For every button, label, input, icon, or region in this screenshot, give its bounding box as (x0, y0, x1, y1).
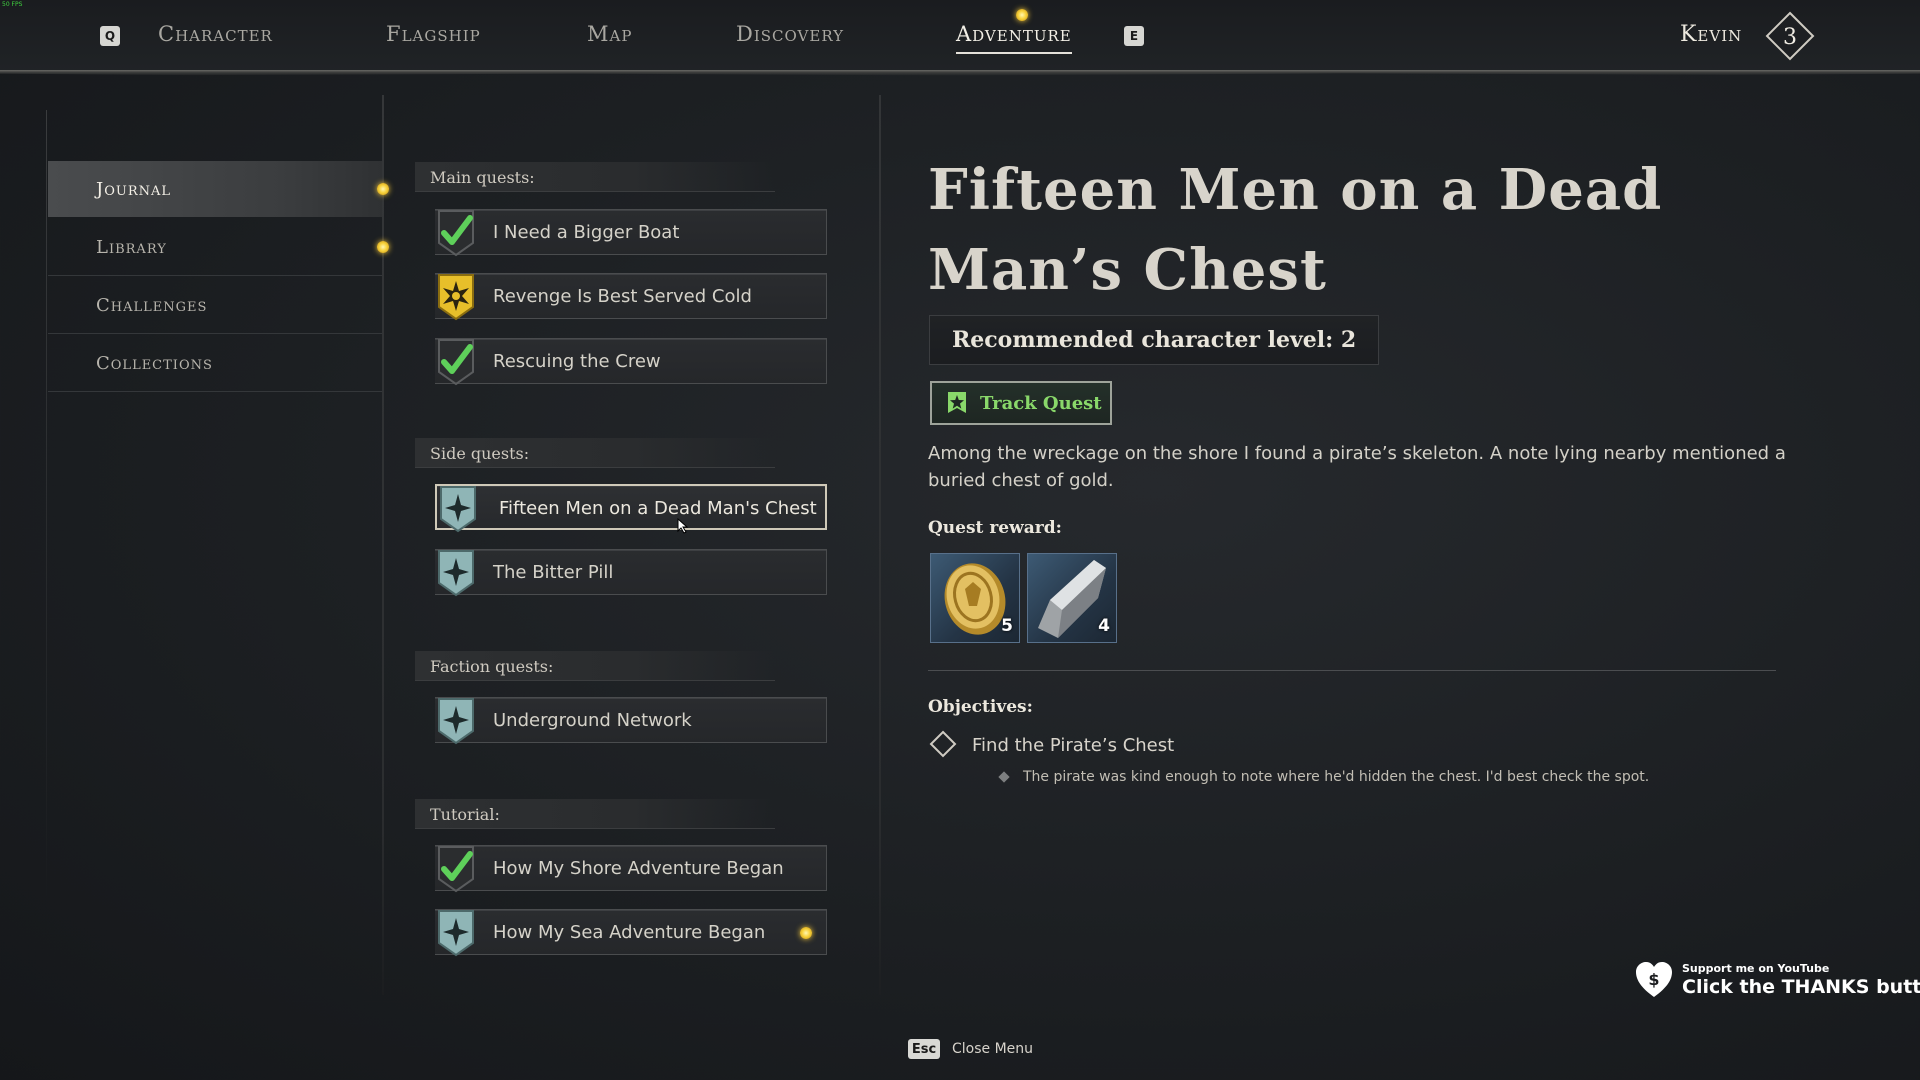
quest-active-icon (438, 910, 474, 957)
prev-tab-key-hint: Q (100, 26, 120, 46)
quest-tracked-icon (438, 274, 474, 321)
support-overlay: $ Support me on YouTube Click the THANKS… (1630, 958, 1920, 1004)
objective-note: The pirate was kind enough to note where… (1023, 769, 1650, 785)
quest-label: Fifteen Men on a Dead Man's Chest (499, 498, 817, 519)
sidebar-item-label: Library (96, 237, 167, 258)
player-level-value: 3 (1783, 25, 1797, 50)
quest-completed-icon (438, 339, 474, 386)
quest-label: How My Sea Adventure Began (493, 922, 766, 943)
recommended-level-text: Recommended character level: 2 (952, 327, 1357, 353)
objectives-label: Objectives: (928, 697, 1033, 717)
quest-completed-icon (438, 210, 474, 257)
quest-item-selected[interactable]: Fifteen Men on a Dead Man's Chest (435, 484, 827, 534)
tab-adventure[interactable]: Adventure (956, 22, 1072, 54)
quest-item[interactable]: How My Sea Adventure Began (435, 909, 827, 957)
sidebar-item-label: Challenges (96, 295, 208, 316)
sidenav-border (46, 110, 47, 910)
quest-item[interactable]: Underground Network (435, 697, 827, 745)
adventure-notification-dot (1016, 9, 1028, 21)
sidenav-divider (382, 95, 384, 995)
objective-diamond-icon (929, 730, 957, 758)
section-title-main-quests: Main quests: (415, 162, 775, 192)
details-divider (928, 670, 1776, 671)
svg-text:$: $ (1648, 970, 1659, 989)
quest-item[interactable]: The Bitter Pill (435, 549, 827, 597)
section-title-faction-quests: Faction quests: (415, 651, 775, 681)
next-tab-key-hint: E (1124, 26, 1144, 46)
quest-item[interactable]: Revenge Is Best Served Cold (435, 273, 827, 321)
track-quest-label: Track Quest (980, 392, 1102, 414)
quest-label: The Bitter Pill (493, 562, 614, 583)
quest-reward-label: Quest reward: (928, 518, 1062, 538)
quest-title: Fifteen Men on a Dead Man’s Chest (928, 157, 1663, 303)
quest-item[interactable]: Rescuing the Crew (435, 338, 827, 386)
quest-active-icon (438, 550, 474, 597)
top-nav-bar: 50 FPS Q Character Flagship Map Discover… (0, 0, 1920, 72)
quest-label: I Need a Bigger Boat (493, 222, 680, 243)
close-menu-label: Close Menu (952, 1041, 1034, 1057)
section-title-side-quests: Side quests: (415, 438, 775, 468)
sidebar-item-collections[interactable]: Collections (48, 336, 382, 392)
reward-slot[interactable]: 4 (1027, 553, 1117, 643)
top-bar-torn-edge (0, 70, 1920, 76)
reward-quantity: 5 (1001, 616, 1013, 636)
fps-counter: 50 FPS (2, 1, 23, 8)
quest-label: How My Shore Adventure Began (493, 858, 784, 879)
reward-slot[interactable]: 5 (930, 553, 1020, 643)
objective-text: Find the Pirate’s Chest (972, 735, 1175, 756)
quest-label: Revenge Is Best Served Cold (493, 286, 752, 307)
recommended-level-box: Recommended character level: 2 (929, 315, 1380, 365)
sidebar-item-label: Journal (96, 178, 172, 200)
quest-active-icon (438, 698, 474, 745)
quest-item[interactable]: How My Shore Adventure Began (435, 845, 827, 893)
mouse-cursor-icon (677, 518, 689, 534)
section-title-tutorial: Tutorial: (415, 799, 775, 829)
sidebar-item-challenges[interactable]: Challenges (48, 278, 382, 334)
tab-discovery[interactable]: Discovery (736, 22, 844, 52)
track-quest-icon (948, 392, 966, 413)
library-notification-dot (377, 241, 389, 253)
quest-description: Among the wreckage on the shore I found … (928, 443, 1786, 491)
sidebar-item-label: Collections (96, 353, 213, 374)
quest-label: Rescuing the Crew (493, 351, 661, 372)
quest-new-dot (800, 927, 812, 939)
close-menu-hint[interactable]: Esc Close Menu (908, 1038, 1033, 1060)
heart-dollar-icon: $ (1636, 962, 1672, 997)
support-small-text: Support me on YouTube (1682, 962, 1830, 975)
objective-sub-bullet (998, 771, 1010, 783)
player-name: Kevin (1680, 22, 1743, 47)
quest-label: Underground Network (493, 710, 692, 731)
reward-quantity: 4 (1098, 616, 1110, 636)
journal-notification-dot (377, 183, 389, 195)
quest-active-icon (440, 486, 476, 533)
quest-completed-icon (438, 846, 474, 893)
player-level-badge: 3 (1765, 11, 1815, 61)
sidebar-item-journal[interactable]: Journal (48, 161, 382, 217)
tab-character[interactable]: Character (158, 22, 273, 52)
quest-item[interactable]: I Need a Bigger Boat (435, 209, 827, 257)
esc-key-hint: Esc (908, 1039, 940, 1059)
sidebar-item-library[interactable]: Library (48, 220, 382, 276)
tab-map[interactable]: Map (587, 22, 632, 52)
support-big-text: Click the THANKS button (1682, 976, 1920, 998)
tab-flagship[interactable]: Flagship (386, 22, 481, 52)
track-quest-button[interactable]: Track Quest (930, 381, 1112, 425)
quest-list-divider (879, 95, 881, 995)
